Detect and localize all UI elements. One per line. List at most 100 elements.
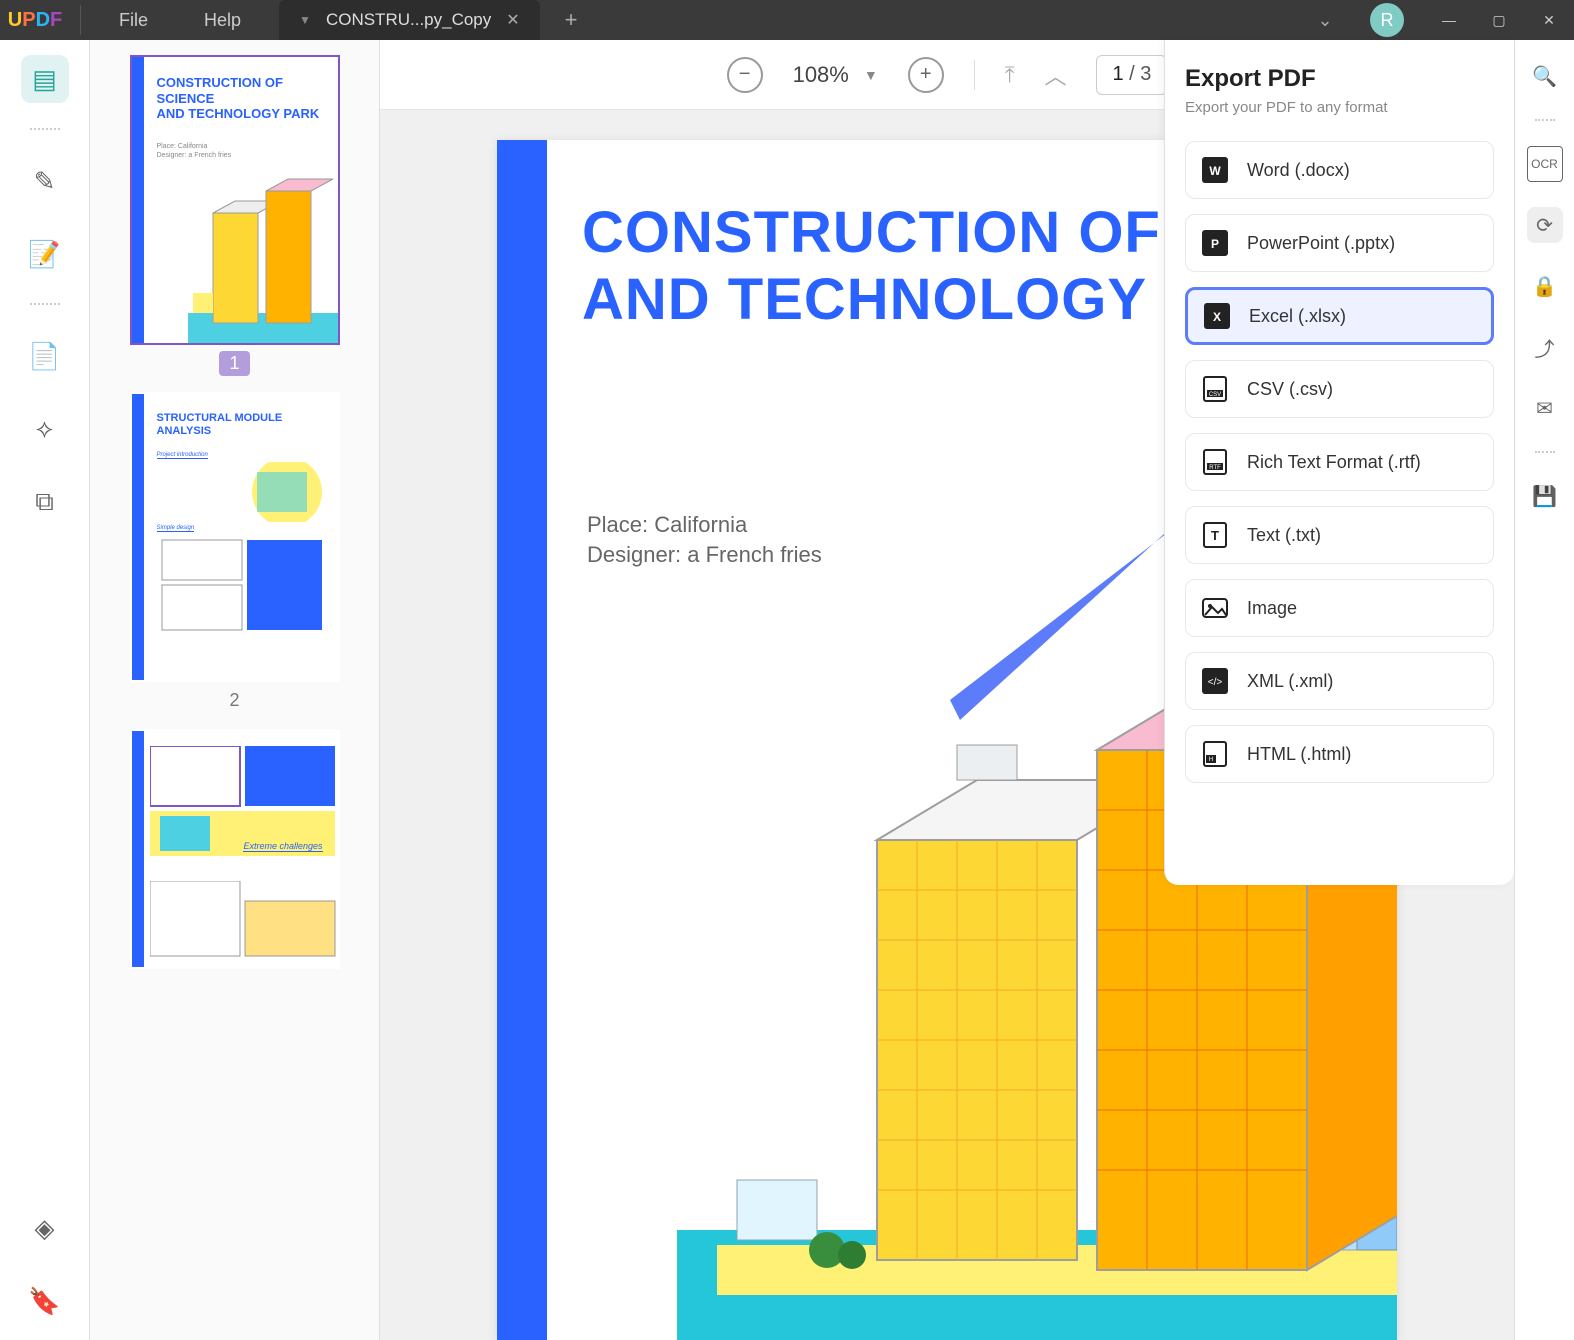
thumbnail-panel[interactable]: CONSTRUCTION OF SCIENCEAND TECHNOLOGY PA… — [90, 40, 380, 1340]
export-image[interactable]: Image — [1185, 579, 1494, 637]
close-button[interactable]: ✕ — [1524, 12, 1574, 29]
txt-icon: T — [1201, 521, 1229, 549]
separator — [30, 128, 60, 132]
thumb1-number: 1 — [219, 351, 249, 376]
save-icon[interactable]: 💾 — [1527, 478, 1563, 514]
export-panel: Export PDF Export your PDF to any format… — [1164, 40, 1514, 885]
current-page: 1 — [1112, 63, 1123, 86]
layers-tool[interactable]: ◈ — [21, 1204, 69, 1252]
export-html-label: HTML (.html) — [1247, 744, 1351, 765]
separator — [1535, 119, 1555, 121]
html-icon: H — [1201, 740, 1229, 768]
svg-text:H: H — [1209, 757, 1213, 763]
building-illustration — [188, 173, 338, 343]
app-logo: UPDF — [0, 9, 70, 32]
edit-tool[interactable]: 📝 — [21, 230, 69, 278]
export-image-label: Image — [1247, 598, 1297, 619]
export-word-label: Word (.docx) — [1247, 160, 1350, 181]
thumb1-title-l1: CONSTRUCTION OF SCIENCE — [157, 75, 283, 106]
thumbnails-tool[interactable]: ▤ — [21, 55, 69, 103]
word-icon: W — [1201, 156, 1229, 184]
user-avatar[interactable]: R — [1370, 3, 1404, 37]
export-rtf[interactable]: RTF Rich Text Format (.rtf) — [1185, 433, 1494, 491]
right-toolbar: 🔍 OCR ⟳ 🔒 ⤴ ✉ 💾 — [1514, 40, 1574, 1340]
rtf-icon: RTF — [1201, 448, 1229, 476]
thumb2-section1: Project introduction — [157, 452, 208, 459]
export-xml-label: XML (.xml) — [1247, 671, 1333, 692]
separator — [30, 303, 60, 307]
export-title: Export PDF — [1185, 65, 1494, 93]
compare-tool[interactable]: ⧉ — [21, 478, 69, 526]
export-txt[interactable]: T Text (.txt) — [1185, 506, 1494, 564]
doc-meta-l2: Designer: a French fries — [587, 542, 822, 567]
image-icon — [1201, 594, 1229, 622]
svg-text:RTF: RTF — [1209, 465, 1221, 471]
export-txt-label: Text (.txt) — [1247, 525, 1321, 546]
left-toolbar: ▤ ✎ 📝 📄 ⟡ ⧉ ◈ 🔖 — [0, 40, 90, 1340]
thumbnail-page-3[interactable]: Extreme challenges — [130, 729, 340, 969]
export-excel[interactable]: X Excel (.xlsx) — [1185, 287, 1494, 345]
bookmark-tool[interactable]: 🔖 — [21, 1277, 69, 1325]
thumb1-meta-l2: Designer: a French fries — [157, 152, 232, 159]
svg-text:P: P — [1211, 237, 1219, 251]
export-html[interactable]: H HTML (.html) — [1185, 725, 1494, 783]
export-xml[interactable]: </> XML (.xml) — [1185, 652, 1494, 710]
svg-text:X: X — [1213, 310, 1221, 324]
highlighter-tool[interactable]: ✎ — [21, 157, 69, 205]
zoom-out-button[interactable]: − — [727, 57, 763, 93]
export-excel-label: Excel (.xlsx) — [1249, 306, 1346, 327]
pages-tool[interactable]: 📄 — [21, 332, 69, 380]
doc-meta-l1: Place: California — [587, 512, 747, 537]
zoom-in-button[interactable]: + — [908, 57, 944, 93]
export-word[interactable]: W Word (.docx) — [1185, 141, 1494, 199]
export-powerpoint[interactable]: P PowerPoint (.pptx) — [1185, 214, 1494, 272]
svg-text:</>: </> — [1208, 677, 1223, 688]
document-tab[interactable]: ▼ CONSTRU...py_Copy ✕ — [279, 0, 540, 40]
menu-help[interactable]: Help — [176, 10, 269, 31]
new-tab-button[interactable]: + — [565, 7, 578, 33]
export-icon[interactable]: ⟳ — [1527, 207, 1563, 243]
csv-icon: CSV — [1201, 375, 1229, 403]
doc-title-l1: CONSTRUCTION OF SC — [582, 200, 1261, 265]
export-csv[interactable]: CSV CSV (.csv) — [1185, 360, 1494, 418]
powerpoint-icon: P — [1201, 229, 1229, 257]
zoom-value: 108% — [793, 62, 849, 88]
share-icon[interactable]: ⤴ — [1527, 329, 1563, 365]
svg-text:T: T — [1211, 528, 1219, 543]
xml-icon: </> — [1201, 667, 1229, 695]
maximize-button[interactable]: ▢ — [1474, 12, 1524, 29]
excel-icon: X — [1203, 302, 1231, 330]
export-csv-label: CSV (.csv) — [1247, 379, 1333, 400]
page-indicator[interactable]: 1 / 3 — [1096, 55, 1167, 95]
thumbnail-page-2[interactable]: STRUCTURAL MODULEANALYSIS Project introd… — [130, 392, 340, 682]
crop-tool[interactable]: ⟡ — [21, 405, 69, 453]
thumb2-title-l1: STRUCTURAL MODULE — [157, 412, 283, 424]
tab-dropdown-icon[interactable]: ▼ — [299, 13, 311, 27]
thumb1-title-l2: AND TECHNOLOGY PARK — [157, 106, 320, 121]
thumb2-title-l2: ANALYSIS — [157, 425, 212, 437]
export-rtf-label: Rich Text Format (.rtf) — [1247, 452, 1421, 473]
total-pages: 3 — [1140, 63, 1151, 86]
menu-file[interactable]: File — [91, 10, 176, 31]
search-icon[interactable]: 🔍 — [1527, 58, 1563, 94]
close-tab-icon[interactable]: ✕ — [506, 10, 519, 30]
divider — [80, 5, 81, 35]
thumbnail-page-1[interactable]: CONSTRUCTION OF SCIENCEAND TECHNOLOGY PA… — [130, 55, 340, 345]
ocr-icon[interactable]: OCR — [1527, 146, 1563, 182]
chevron-down-icon[interactable]: ⌄ — [1300, 10, 1350, 31]
zoom-dropdown-icon[interactable]: ▼ — [864, 67, 878, 83]
thumb1-meta-l1: Place: California — [157, 143, 208, 150]
thumb3-section1: Extreme challenges — [243, 841, 322, 852]
svg-text:CSV: CSV — [1209, 392, 1221, 398]
separator — [1535, 451, 1555, 453]
email-icon[interactable]: ✉ — [1527, 390, 1563, 426]
first-page-button[interactable]: ⤒ — [1005, 62, 1015, 88]
titlebar: UPDF File Help ▼ CONSTRU...py_Copy ✕ + ⌄… — [0, 0, 1574, 40]
prev-page-button[interactable]: ︿ — [1044, 59, 1066, 91]
svg-text:W: W — [1209, 164, 1221, 178]
minimize-button[interactable]: — — [1424, 12, 1474, 28]
protect-icon[interactable]: 🔒 — [1527, 268, 1563, 304]
tab-title: CONSTRU...py_Copy — [326, 10, 491, 30]
page-sep: / — [1129, 63, 1135, 86]
export-subtitle: Export your PDF to any format — [1185, 99, 1494, 116]
